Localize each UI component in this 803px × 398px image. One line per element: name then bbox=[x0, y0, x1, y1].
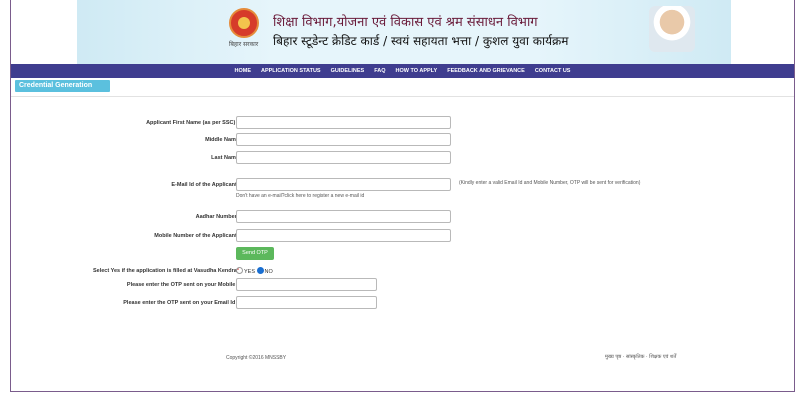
vasudha-yes-radio[interactable] bbox=[236, 267, 243, 274]
first-name-label: Applicant First Name (as per SSC) * bbox=[146, 120, 239, 126]
section-divider bbox=[11, 96, 794, 97]
nav-feedback-grievance[interactable]: FEEDBACK AND GRIEVANCE bbox=[442, 64, 530, 78]
middle-name-row: Middle Name bbox=[11, 133, 794, 147]
last-name-label: Last Name bbox=[211, 155, 239, 161]
otp-mobile-label: Please enter the OTP sent on your Mobile… bbox=[126, 282, 239, 288]
page-frame: बिहार सरकार शिक्षा विभाग,योजना एवं विकास… bbox=[10, 0, 795, 392]
department-title: शिक्षा विभाग,योजना एवं विकास एवं श्रम सं… bbox=[273, 15, 538, 30]
footer-links[interactable]: मुख्य पृष्ठ · सांस्कृतिक · शिक्षक एवं शर… bbox=[605, 354, 676, 360]
last-name-row: Last Name bbox=[11, 151, 794, 165]
vasudha-no-radio[interactable] bbox=[256, 267, 264, 274]
mobile-label: Mobile Number of the Applicant* bbox=[154, 233, 239, 239]
emblem-caption: बिहार सरकार bbox=[229, 41, 259, 48]
chief-minister-photo bbox=[649, 6, 695, 52]
register-email-link[interactable]: Don't have an e-mail?click here to regis… bbox=[236, 193, 364, 199]
section-title-tab: Credential Generation bbox=[15, 80, 110, 92]
vasudha-yes-label: YES bbox=[244, 269, 256, 275]
email-input[interactable] bbox=[236, 178, 451, 191]
nav-home[interactable]: HOME bbox=[230, 64, 257, 78]
vasudha-row: Select Yes if the application is filled … bbox=[11, 264, 794, 278]
site-header: बिहार सरकार शिक्षा विभाग,योजना एवं विकास… bbox=[77, 0, 731, 64]
email-label: E-Mail Id of the Applicant* bbox=[171, 182, 239, 188]
mobile-row: Mobile Number of the Applicant* bbox=[11, 229, 794, 243]
first-name-input[interactable] bbox=[236, 116, 451, 129]
section-title: Credential Generation bbox=[19, 82, 93, 89]
vasudha-label: Select Yes if the application is filled … bbox=[92, 268, 239, 274]
middle-name-input[interactable] bbox=[236, 133, 451, 146]
nav-how-to-apply[interactable]: HOW TO APPLY bbox=[391, 64, 443, 78]
otp-mobile-input[interactable] bbox=[236, 278, 377, 291]
copyright-text: Copyright ©2016 MNSSBY bbox=[226, 355, 287, 361]
aadhar-row: Aadhar Number* bbox=[11, 210, 794, 224]
otp-mobile-row: Please enter the OTP sent on your Mobile… bbox=[11, 278, 794, 292]
first-name-row: Applicant First Name (as per SSC) * bbox=[11, 116, 794, 130]
email-row: E-Mail Id of the Applicant* (Kindly ente… bbox=[11, 178, 794, 192]
nav-faq[interactable]: FAQ bbox=[369, 64, 390, 78]
mobile-input[interactable] bbox=[236, 229, 451, 242]
nav-contact-us[interactable]: CONTACT US bbox=[530, 64, 576, 78]
otp-email-row: Please enter the OTP sent on your Email … bbox=[11, 296, 794, 310]
aadhar-input[interactable] bbox=[236, 210, 451, 223]
email-hint: (Kindly enter a valid Email Id and Mobil… bbox=[459, 180, 641, 186]
vasudha-radio-group: YES NO bbox=[236, 267, 273, 275]
send-otp-button[interactable]: Send OTP bbox=[236, 247, 274, 260]
scheme-title: बिहार स्टूडेन्ट क्रेडिट कार्ड / स्वयं सह… bbox=[273, 34, 569, 48]
middle-name-label: Middle Name bbox=[205, 137, 239, 143]
otp-email-input[interactable] bbox=[236, 296, 377, 309]
otp-email-label: Please enter the OTP sent on your Email … bbox=[123, 300, 239, 306]
nav-guidelines[interactable]: GUIDELINES bbox=[326, 64, 370, 78]
vasudha-no-label: NO bbox=[264, 269, 273, 275]
last-name-input[interactable] bbox=[236, 151, 451, 164]
bihar-emblem-icon bbox=[229, 8, 259, 38]
main-nav: HOME APPLICATION STATUS GUIDELINES FAQ H… bbox=[11, 64, 794, 78]
aadhar-label: Aadhar Number* bbox=[195, 214, 239, 220]
nav-application-status[interactable]: APPLICATION STATUS bbox=[256, 64, 326, 78]
